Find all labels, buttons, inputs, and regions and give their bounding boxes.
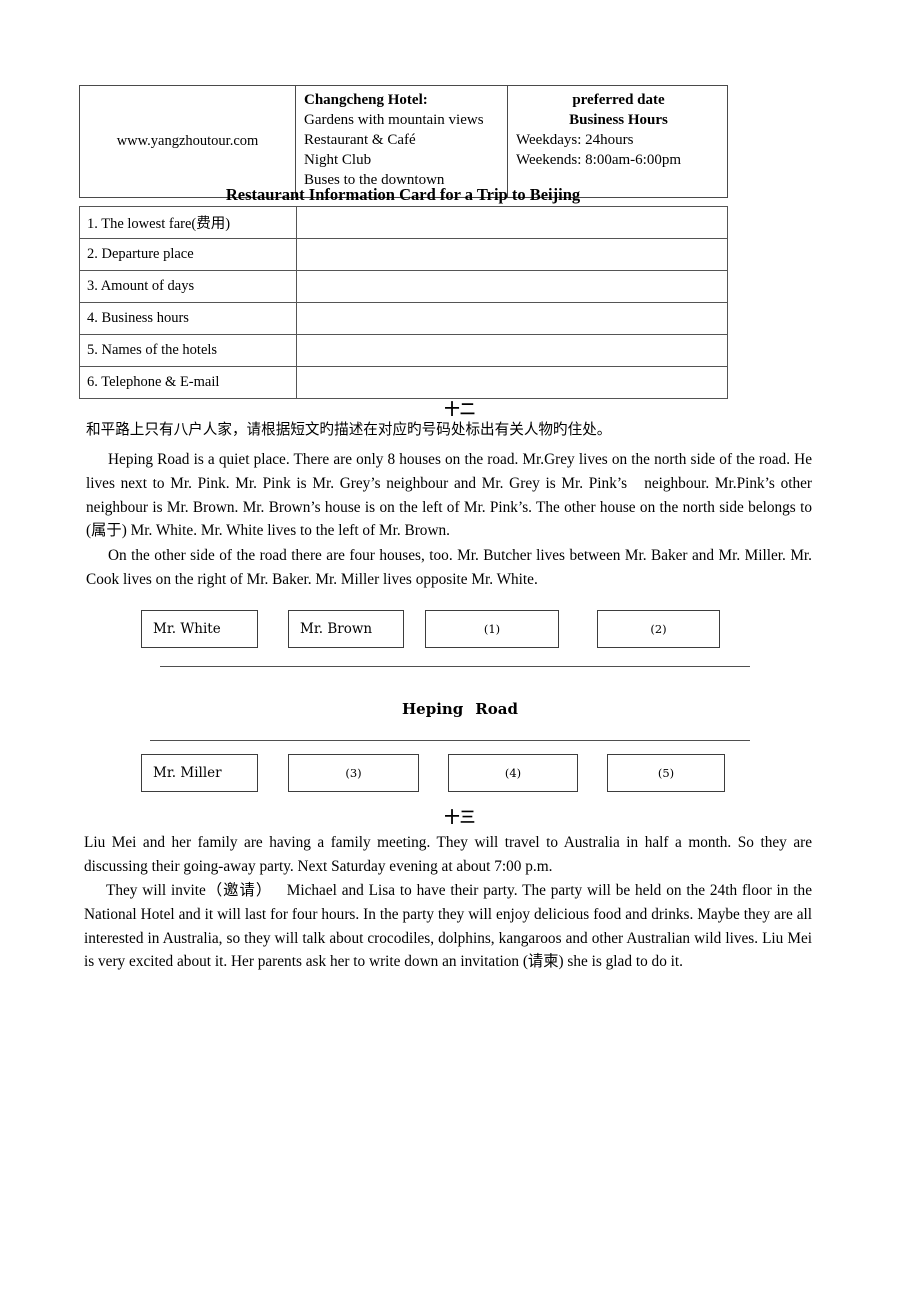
card-row-label: 4. Business hours	[79, 302, 297, 335]
house-box-blank-2[interactable]: (2)	[597, 610, 720, 648]
hotel-info-table: www.yangzhoutour.com Changcheng Hotel: G…	[79, 85, 728, 198]
paragraph-text: They will invite（邀请） Michael and Lisa to…	[84, 882, 812, 971]
house-box-label: (5)	[657, 766, 675, 780]
house-box-label: (4)	[504, 766, 522, 780]
road-name-left: Heping	[402, 700, 464, 718]
card-row-label: 2. Departure place	[79, 238, 297, 271]
weekends-hours: Weekends: 8:00am-6:00pm	[516, 151, 682, 168]
card-row-label: 6. Telephone & E-mail	[79, 366, 297, 399]
road-edge-north	[160, 666, 750, 667]
heping-road-diagram: Mr. White Mr. Brown (1) (2) Heping Road M…	[0, 604, 920, 800]
hotel-name: Changcheng Hotel:	[304, 92, 428, 108]
instruction-chinese: 和平路上只有八户人家，请根据短文旳描述在对应旳号码处标出有关人物旳住处。	[86, 421, 612, 438]
house-box-blank-1[interactable]: (1)	[425, 610, 559, 648]
section-number-12: 十二	[444, 400, 476, 418]
house-box-label: Mr. Miller	[153, 765, 222, 781]
house-box-blank-3[interactable]: (3)	[288, 754, 419, 792]
table-row: 3. Amount of days	[79, 270, 728, 303]
paragraph-text: Heping Road is a quiet place. There are …	[86, 451, 812, 540]
house-box-label: Mr. Brown	[300, 621, 373, 637]
card-row-label: 5. Names of the hotels	[79, 334, 297, 367]
table-row: 4. Business hours	[79, 302, 728, 335]
section-13-paragraph-1: Liu Mei and her family are having a fami…	[84, 834, 812, 875]
house-box-label: (2)	[650, 622, 667, 636]
website-text: www.yangzhoutour.com	[116, 132, 259, 149]
restaurant-information-card: 1. The lowest fare(费用) 2. Departure plac…	[79, 206, 728, 399]
house-box-mr-miller[interactable]: Mr. Miller	[141, 754, 258, 792]
house-box-blank-5[interactable]: (5)	[607, 754, 725, 792]
preferred-date-heading: preferred date	[572, 92, 665, 108]
card-title: Restaurant Information Card for a Trip t…	[225, 185, 581, 204]
section-12-paragraph-2: On the other side of the road there are …	[86, 544, 812, 592]
card-row-label: 1. The lowest fare(费用)	[79, 206, 297, 239]
business-hours-heading: Business Hours	[569, 111, 668, 128]
hotel-feature: Night Club	[304, 151, 372, 168]
paragraph-text: On the other side of the road there are …	[86, 547, 812, 588]
business-hours-cell: preferred date Business Hours Weekdays: …	[507, 85, 728, 198]
section-number-13: 十三	[444, 808, 476, 826]
house-box-mr-brown[interactable]: Mr. Brown	[288, 610, 404, 648]
table-row: www.yangzhoutour.com Changcheng Hotel: G…	[79, 85, 728, 198]
house-box-blank-4[interactable]: (4)	[448, 754, 578, 792]
house-box-mr-white[interactable]: Mr. White	[141, 610, 258, 648]
table-row: 5. Names of the hotels	[79, 334, 728, 367]
house-box-label: Mr. White	[153, 621, 221, 637]
road-name-right: Road	[475, 700, 518, 718]
website-cell: www.yangzhoutour.com	[79, 85, 296, 198]
section-12-paragraph-1: Heping Road is a quiet place. There are …	[86, 448, 812, 543]
table-row: 2. Departure place	[79, 238, 728, 271]
house-box-label: (1)	[483, 622, 501, 636]
card-row-answer-blank[interactable]	[296, 334, 728, 367]
table-row: 1. The lowest fare(费用)	[79, 206, 728, 239]
hotel-feature: Restaurant & Café	[304, 131, 416, 148]
section-13-paragraph-2: They will invite（邀请） Michael and Lisa to…	[84, 879, 812, 974]
card-row-answer-blank[interactable]	[296, 302, 728, 335]
house-box-label: (3)	[345, 766, 362, 780]
road-edge-south	[150, 740, 750, 741]
hotel-feature: Gardens with mountain views	[304, 111, 484, 128]
weekdays-hours: Weekdays: 24hours	[516, 131, 634, 148]
card-row-label: 3. Amount of days	[79, 270, 297, 303]
road-name-label: Heping Road	[0, 700, 920, 718]
card-row-answer-blank[interactable]	[296, 238, 728, 271]
document-page: www.yangzhoutour.com Changcheng Hotel: G…	[0, 0, 920, 1302]
card-row-answer-blank[interactable]	[296, 206, 728, 239]
table-row: 6. Telephone & E-mail	[79, 366, 728, 399]
hotel-description-cell: Changcheng Hotel: Gardens with mountain …	[295, 85, 508, 198]
card-row-answer-blank[interactable]	[296, 366, 728, 399]
card-row-answer-blank[interactable]	[296, 270, 728, 303]
